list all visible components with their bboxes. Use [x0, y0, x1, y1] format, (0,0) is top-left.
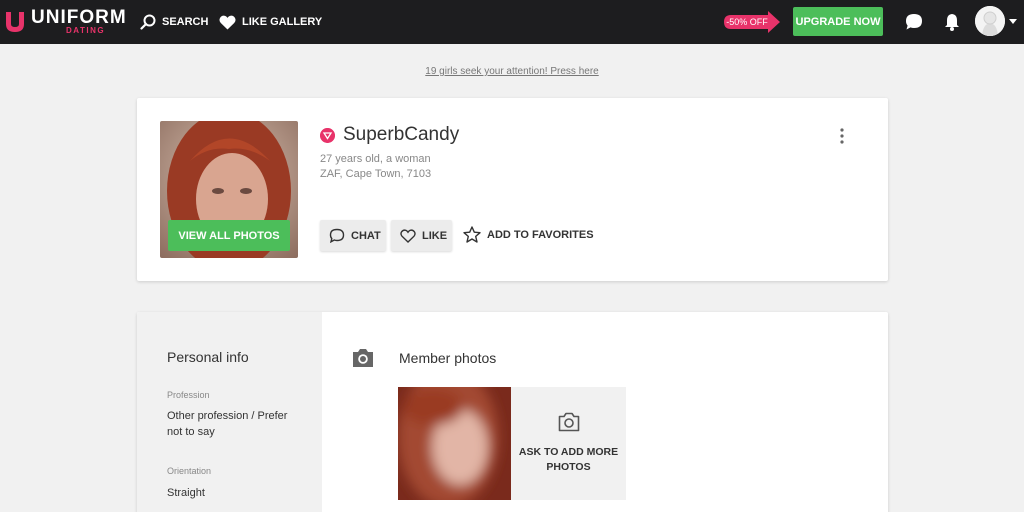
profile-location: ZAF, Cape Town, 7103 — [320, 168, 432, 180]
top-navigation-bar: UNIFORM DATING SEARCH LIKE GALLERY -50% … — [0, 0, 1024, 44]
chat-button[interactable]: CHAT — [320, 220, 386, 251]
profile-photo[interactable]: VIEW ALL PHOTOS — [160, 121, 298, 258]
profile-age-gender: 27 years old, a woman — [320, 153, 431, 165]
discount-badge[interactable]: -50% OFF — [724, 11, 780, 33]
details-card: Personal info Profession Other professio… — [137, 312, 888, 512]
kebab-menu-icon[interactable] — [837, 128, 847, 144]
heart-icon — [219, 15, 236, 29]
nav-search-label: SEARCH — [162, 16, 209, 28]
orientation-label: Orientation — [167, 466, 212, 476]
search-icon — [140, 14, 156, 30]
chat-button-label: CHAT — [351, 229, 381, 242]
camera-outline-icon — [558, 412, 580, 432]
attention-notice: 19 girls seek your attention! Press here — [0, 66, 1024, 77]
profile-card: VIEW ALL PHOTOS SuperbCandy 27 years old… — [137, 98, 888, 281]
logo-mark-icon — [6, 12, 24, 32]
star-icon — [463, 226, 481, 243]
profession-label: Profession — [167, 390, 210, 400]
avatar[interactable] — [975, 6, 1005, 36]
like-button-label: LIKE — [422, 229, 448, 242]
ask-more-photos-button[interactable]: ASK TO ADD MORE PHOTOS — [511, 387, 626, 500]
ask-more-photos-label: ASK TO ADD MORE PHOTOS — [518, 446, 619, 473]
avatar-image — [975, 6, 1005, 36]
add-to-favorites-button[interactable]: ADD TO FAVORITES — [463, 226, 594, 243]
heart-outline-icon — [400, 228, 416, 243]
upgrade-now-button[interactable]: UPGRADE NOW — [793, 7, 883, 36]
view-all-photos-button[interactable]: VIEW ALL PHOTOS — [168, 220, 290, 251]
member-photo-image — [398, 387, 511, 500]
member-photo-thumbnail[interactable] — [398, 387, 511, 500]
orientation-value: Straight — [167, 487, 205, 499]
personal-info-panel: Personal info Profession Other professio… — [137, 312, 322, 512]
bell-icon[interactable] — [942, 12, 962, 32]
member-photos-title: Member photos — [399, 350, 497, 366]
chevron-down-icon[interactable] — [1009, 19, 1017, 24]
nav-search[interactable]: SEARCH — [140, 12, 208, 32]
nav-like-gallery[interactable]: LIKE GALLERY — [219, 12, 322, 32]
add-to-favorites-label: ADD TO FAVORITES — [487, 228, 594, 241]
attention-notice-link[interactable]: 19 girls seek your attention! Press here — [425, 66, 598, 77]
logo-subtext: DATING — [66, 26, 106, 35]
crown-badge-icon — [320, 128, 335, 143]
nav-like-gallery-label: LIKE GALLERY — [242, 16, 323, 28]
camera-icon — [353, 349, 373, 367]
personal-info-title: Personal info — [167, 349, 249, 365]
discount-label: -50% OFF — [726, 17, 768, 27]
chat-bubble-icon — [329, 228, 345, 243]
like-button[interactable]: LIKE — [391, 220, 452, 251]
chat-icon[interactable] — [904, 12, 924, 32]
profile-username: SuperbCandy — [343, 124, 460, 145]
profession-value: Other profession / Prefer not to say — [167, 410, 288, 438]
